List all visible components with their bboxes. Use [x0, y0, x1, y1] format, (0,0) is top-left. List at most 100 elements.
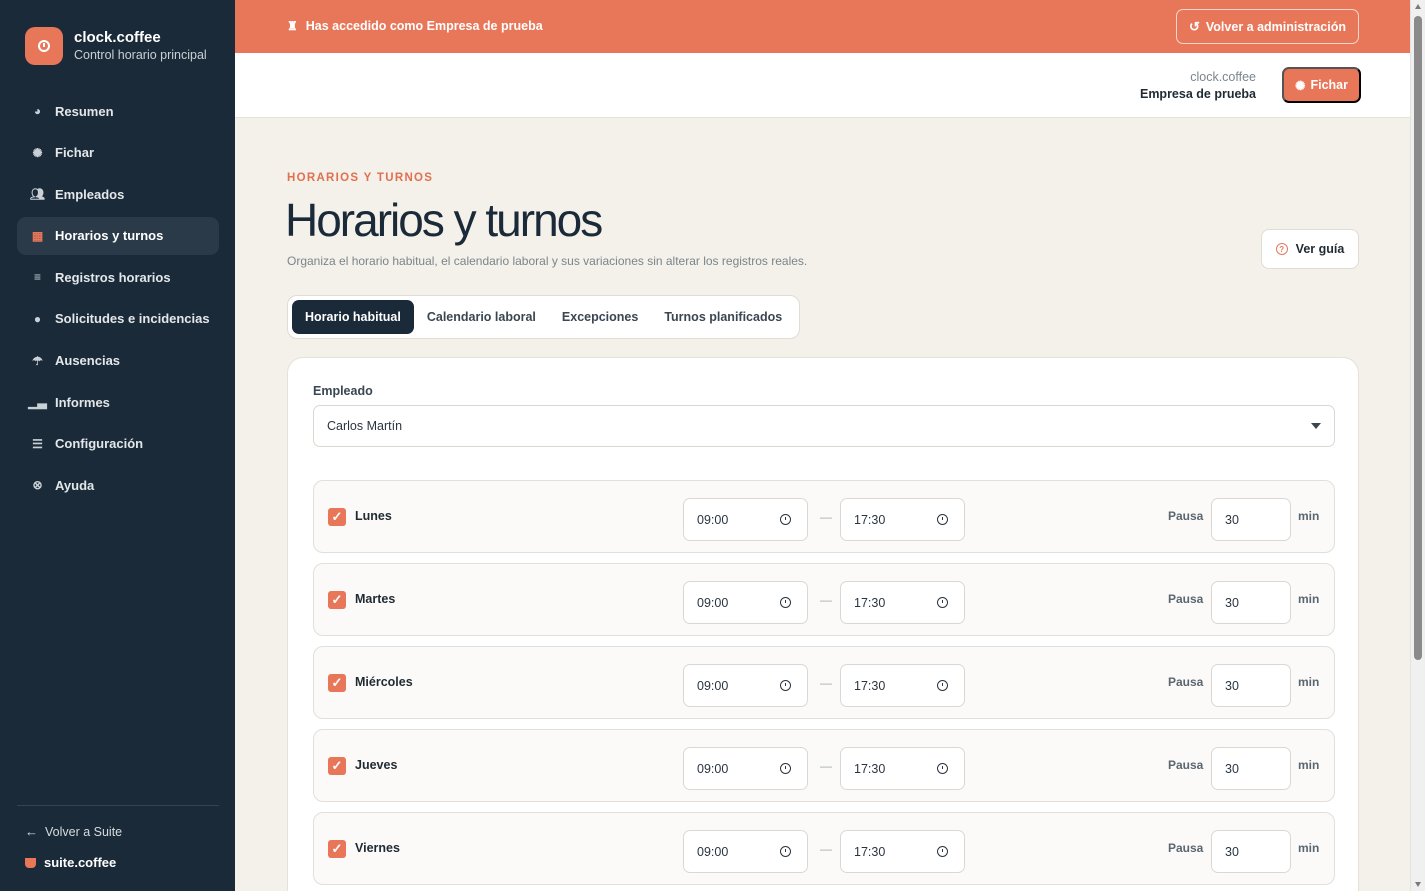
sidebar-item-ausencias[interactable]: ☂ Ausencias: [17, 342, 219, 380]
tab-excepciones[interactable]: Excepciones: [549, 300, 651, 334]
sidebar-item-registros[interactable]: ≡ Registros horarios: [17, 258, 219, 296]
sidebar-item-informes[interactable]: ▁▃ Informes: [17, 383, 219, 421]
fingerprint-icon: ✺: [1295, 78, 1306, 93]
undo-icon: ↺: [1188, 18, 1200, 34]
pause-label: Pausa: [1168, 509, 1204, 523]
end-time-input[interactable]: 17:30: [840, 664, 965, 707]
sidebar-item-horarios[interactable]: ▦ Horarios y turnos: [17, 216, 219, 255]
users-icon: 👥︎: [29, 187, 46, 202]
view-guide-label: Ver guía: [1295, 242, 1345, 256]
sidebar-item-fichar[interactable]: ✺ Fichar: [17, 134, 219, 172]
pause-value: 30: [1225, 678, 1239, 693]
clock-icon: [937, 680, 948, 691]
suite-logo[interactable]: suite.coffee: [25, 855, 116, 870]
start-time-input[interactable]: 09:00: [683, 498, 808, 541]
pause-input[interactable]: 30: [1211, 747, 1291, 790]
scroll-down-arrow-icon[interactable]: [1415, 882, 1421, 887]
start-time-value: 09:00: [697, 595, 729, 610]
pause-label: Pausa: [1168, 675, 1204, 689]
day-name: Lunes: [355, 509, 392, 523]
schedule-card: Empleado Carlos Martín ✓ Lunes 09:00 — 1…: [287, 357, 1359, 891]
pause-value: 30: [1225, 595, 1239, 610]
sidebar-item-configuracion[interactable]: ☰ Configuración: [17, 425, 219, 463]
time-separator: —: [820, 842, 832, 856]
pause-input[interactable]: 30: [1211, 581, 1291, 624]
sidebar-item-label: Empleados: [55, 186, 125, 202]
page-scrollbar[interactable]: [1410, 0, 1425, 891]
day-name: Viernes: [355, 841, 400, 855]
tab-turnos-planificados[interactable]: Turnos planificados: [651, 300, 795, 334]
sidebar-item-label: Fichar: [55, 145, 95, 161]
brand[interactable]: clock.coffee Control horario principal: [25, 27, 207, 65]
sidebar-item-ayuda[interactable]: ⊗ Ayuda: [17, 466, 219, 504]
sidebar-item-label: Horarios y turnos: [55, 228, 164, 244]
time-separator: —: [820, 510, 832, 524]
start-time-input[interactable]: 09:00: [683, 830, 808, 873]
sidebar-item-label: Solicitudes e incidencias: [55, 311, 210, 327]
end-time-input[interactable]: 17:30: [840, 830, 965, 873]
lifebuoy-icon: ⊗: [32, 478, 43, 493]
day-checkbox[interactable]: ✓: [328, 591, 346, 609]
end-time-value: 17:30: [854, 595, 886, 610]
end-time-input[interactable]: 17:30: [840, 498, 965, 541]
sidebar-item-empleados[interactable]: 👥︎ Empleados: [17, 175, 219, 213]
clock-icon: [780, 597, 791, 608]
day-name: Jueves: [355, 758, 398, 772]
employee-select[interactable]: Carlos Martín: [313, 405, 1335, 447]
page-eyebrow: HORARIOS Y TURNOS: [287, 172, 434, 184]
back-to-admin-button[interactable]: ↺ Volver a administración: [1175, 9, 1359, 44]
tab-calendario-laboral[interactable]: Calendario laboral: [414, 300, 549, 334]
banner-text: Has accedido como Empresa de prueba: [305, 19, 543, 33]
fingerprint-icon: ✺: [32, 145, 43, 160]
back-to-suite-link[interactable]: ← Volver a Suite: [25, 824, 122, 839]
impersonation-banner: ♜ Has accedido como Empresa de prueba ↺ …: [235, 0, 1410, 53]
sliders-icon: ☰: [32, 436, 43, 451]
sidebar-nav: ◕ Resumen ✺ Fichar 👥︎ Empleados ▦ Horari…: [17, 92, 219, 508]
clock-icon: [780, 680, 791, 691]
scrollbar-thumb[interactable]: [1414, 16, 1422, 660]
start-time-value: 09:00: [697, 761, 729, 776]
sidebar-item-label: Ayuda: [55, 477, 95, 493]
clock-icon: [937, 514, 948, 525]
pause-input[interactable]: 30: [1211, 498, 1291, 541]
help-circle-icon: ?: [1275, 243, 1288, 255]
sidebar: clock.coffee Control horario principal ◕…: [0, 0, 235, 891]
sidebar-divider: [17, 805, 219, 806]
tab-horario-habitual[interactable]: Horario habitual: [292, 300, 414, 334]
company-info: clock.coffee Empresa de prueba: [1140, 69, 1256, 103]
day-checkbox[interactable]: ✓: [328, 757, 346, 775]
sidebar-item-label: Configuración: [55, 436, 144, 452]
clock-icon: [937, 597, 948, 608]
scroll-up-arrow-icon[interactable]: [1415, 4, 1421, 9]
start-time-input[interactable]: 09:00: [683, 747, 808, 790]
pause-input[interactable]: 30: [1211, 664, 1291, 707]
bar-chart-icon: ▁▃: [28, 395, 47, 410]
start-time-input[interactable]: 09:00: [683, 664, 808, 707]
day-checkbox[interactable]: ✓: [328, 508, 346, 526]
page-title: Horarios y turnos: [285, 194, 603, 246]
day-row-miercoles: ✓ Miércoles 09:00 — 17:30 Pausa 30 min: [313, 646, 1335, 719]
sidebar-item-resumen[interactable]: ◕ Resumen: [17, 92, 219, 130]
day-checkbox[interactable]: ✓: [328, 840, 346, 858]
start-time-input[interactable]: 09:00: [683, 581, 808, 624]
day-checkbox[interactable]: ✓: [328, 674, 346, 692]
schedule-tabs: Horario habitual Calendario laboral Exce…: [287, 295, 801, 339]
end-time-input[interactable]: 17:30: [840, 747, 965, 790]
end-time-value: 17:30: [854, 678, 886, 693]
view-guide-button[interactable]: ? Ver guía: [1261, 229, 1359, 269]
minutes-label: min: [1298, 592, 1320, 606]
end-time-input[interactable]: 17:30: [840, 581, 965, 624]
clock-icon: [937, 763, 948, 774]
time-separator: —: [820, 676, 832, 690]
day-row-martes: ✓ Martes 09:00 — 17:30 Pausa 30 min: [313, 563, 1335, 636]
pause-input[interactable]: 30: [1211, 830, 1291, 873]
end-time-value: 17:30: [854, 512, 886, 527]
minutes-label: min: [1298, 509, 1320, 523]
sidebar-item-solicitudes[interactable]: ● Solicitudes e incidencias: [17, 300, 219, 338]
fichar-button[interactable]: ✺ Fichar: [1282, 67, 1361, 103]
sidebar-item-label: Registros horarios: [55, 269, 171, 285]
pause-value: 30: [1225, 844, 1239, 859]
product-name: clock.coffee: [1190, 70, 1256, 84]
coffee-cup-icon: [25, 857, 36, 868]
sidebar-item-label: Informes: [55, 394, 110, 410]
